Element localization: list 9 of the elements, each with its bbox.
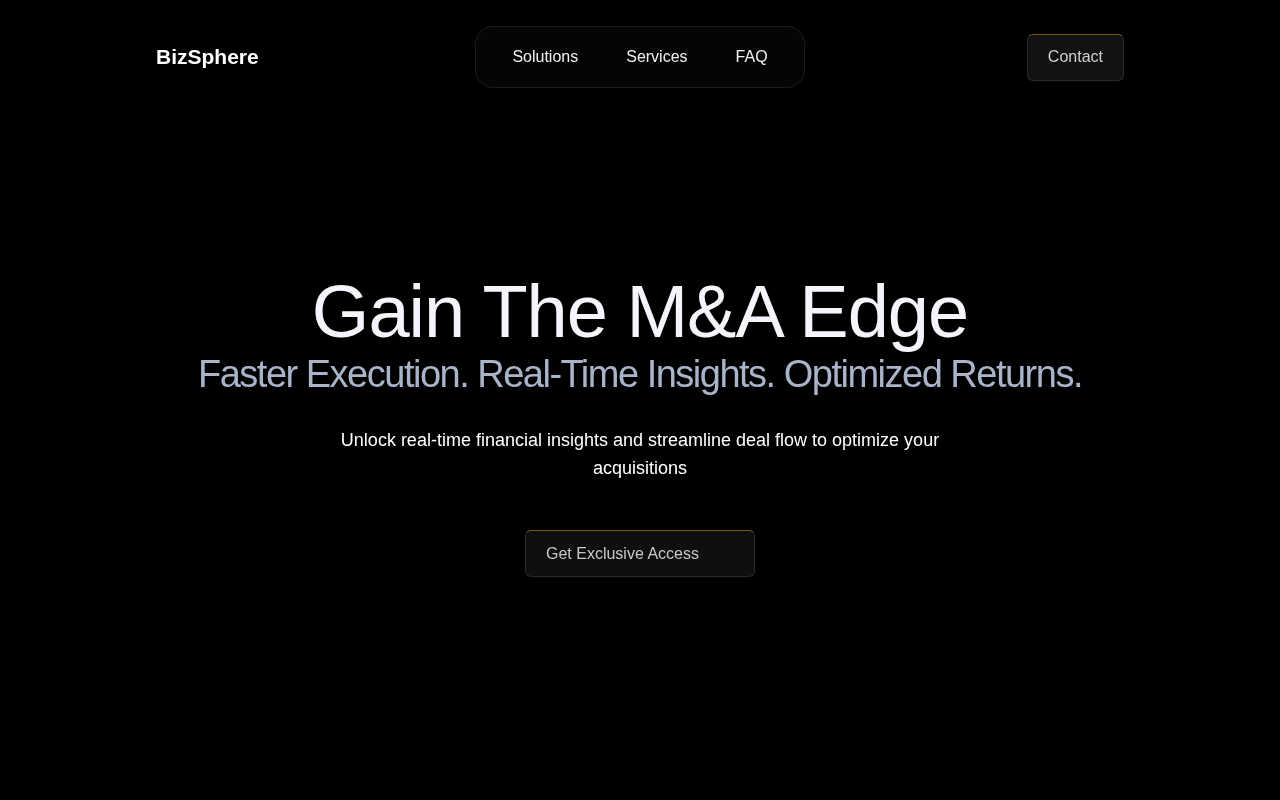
contact-button[interactable]: Contact [1026,33,1124,81]
logo-text[interactable]: BizSphere [156,41,376,73]
hero-description: Unlock real-time financial insights and streamline deal flow to optimize your acquisitions [339,429,941,480]
nav-link[interactable]: Solutions [492,37,599,77]
nav-link[interactable]: Services [606,37,708,77]
hero-subtitle: Faster Execution. Real-Time Insights. Optimized Returns. [198,352,1082,396]
nav-link[interactable]: FAQ [715,37,788,77]
cta-button[interactable]: Get Exclusive Access [525,530,755,577]
hero-title: Gain The M&A Edge [311,272,969,352]
